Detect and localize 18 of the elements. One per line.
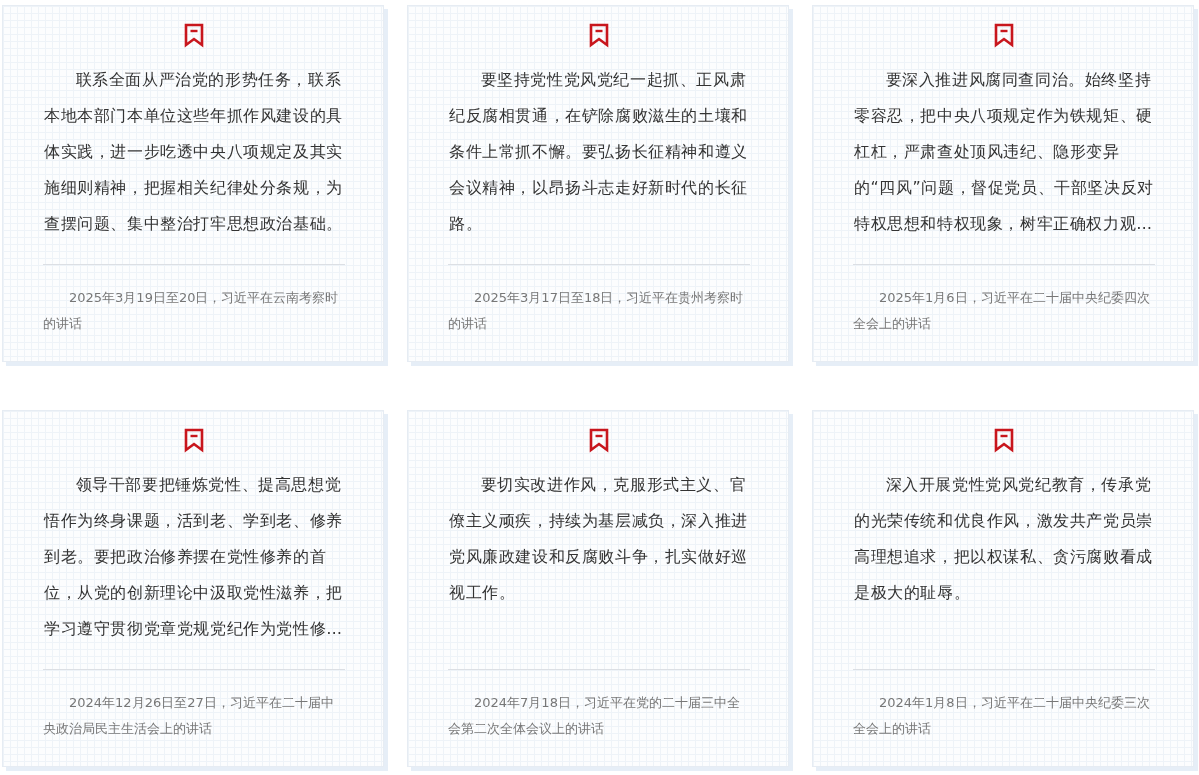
source-caption: 2024年12月26日至27日，习近平在二十届中央政治局民主生活会上的讲话 xyxy=(43,694,335,738)
quote-text: 深入开展党性党风党纪教育，传承党的光荣传统和优良作风，激发共产党员崇高理想追求，把以权谋私、贪污腐败看成是极大的耻辱。 xyxy=(854,474,1154,604)
quote-text: 要坚持党性党风党纪一起抓、正风肃纪反腐相贯通，在铲除腐败滋生的土壤和条件上常抓不懈。要弘扬长征精神和遵义会议精神，以昂扬斗志走好新时代的长征路。 xyxy=(449,69,749,235)
bookmark-icon xyxy=(183,427,205,453)
source-caption: 2025年3月19日至20日，习近平在云南考察时的讲话 xyxy=(43,289,340,333)
source-caption: 2025年1月6日，习近平在二十届中央纪委四次全会上的讲话 xyxy=(853,289,1151,333)
quote-text: 要深入推进风腐同查同治。始终坚持零容忍，把中央八项规定作为铁规矩、硬杠杠，严肃查处顶风违纪、隐形变异的“四风”问题，督促党员、干部坚决反对特权思想和特权现象，树牢正确权力观… xyxy=(854,69,1154,235)
bookmark-icon xyxy=(183,22,205,48)
quote-text: 领导干部要把锤炼党性、提高思想觉悟作为终身课题，活到老、学到老、修养到老。要把政治修养摆在党性修养的首位，从党的创新理论中汲取党性滋养，把学习遵守贯彻党章党规党纪作为党性修… xyxy=(44,474,344,640)
quote-text: 联系全面从严治党的形势任务，联系本地本部门本单位这些年抓作风建设的具体实践，进一步吃透中央八项规定及其实施细则精神，把握相关纪律处分条规，为查摆问题、集中整治打牢思想政治基础。 xyxy=(44,69,344,235)
quote-text: 要切实改进作风，克服形式主义、官僚主义顽疾，持续为基层减负，深入推进党风廉政建设和反腐败斗争，扎实做好巡视工作。 xyxy=(449,474,749,604)
source-caption: 2024年7月18日，习近平在党的二十届三中全会第二次全体会议上的讲话 xyxy=(448,694,741,738)
bookmark-icon xyxy=(588,22,610,48)
bookmark-icon xyxy=(993,22,1015,48)
bookmark-icon xyxy=(588,427,610,453)
source-caption: 2024年1月8日，习近平在二十届中央纪委三次全会上的讲话 xyxy=(853,694,1151,738)
source-caption: 2025年3月17日至18日，习近平在贵州考察时的讲话 xyxy=(448,289,745,333)
bookmark-icon xyxy=(993,427,1015,453)
